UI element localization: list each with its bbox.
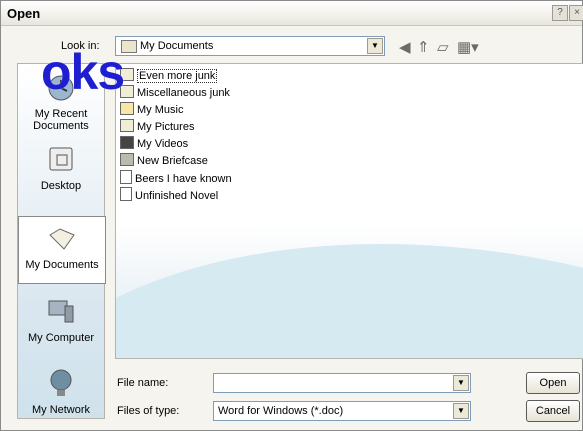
title-bar[interactable]: Open ? × bbox=[1, 1, 583, 26]
place-desktop[interactable]: Desktop bbox=[18, 144, 104, 192]
list-item[interactable]: Beers I have known bbox=[120, 170, 232, 186]
videos-folder-icon bbox=[120, 136, 134, 149]
place-label: My Documents bbox=[25, 259, 99, 271]
music-folder-icon bbox=[120, 102, 134, 115]
new-folder-icon[interactable]: ▱ bbox=[437, 38, 449, 56]
place-my-network[interactable]: My Network bbox=[18, 368, 104, 416]
my-documents-icon bbox=[49, 228, 75, 250]
places-bar: My Recent Documents Desktop My Documents… bbox=[17, 63, 106, 419]
place-label: Desktop bbox=[40, 180, 82, 192]
close-button[interactable]: × bbox=[569, 5, 583, 21]
place-label: My Computer bbox=[27, 332, 95, 344]
file-type-select[interactable]: Word for Windows (*.doc) ▼ bbox=[213, 401, 471, 421]
place-label: My Recent Documents bbox=[33, 108, 89, 132]
views-menu-icon[interactable]: ▦▾ bbox=[457, 38, 479, 56]
look-in-value: My Documents bbox=[140, 40, 214, 52]
cancel-button[interactable]: Cancel bbox=[526, 400, 580, 422]
place-my-computer[interactable]: My Computer bbox=[18, 296, 104, 344]
look-in-dropdown[interactable]: My Documents ▼ bbox=[115, 36, 385, 56]
watermark-text: oks bbox=[41, 44, 125, 100]
list-item[interactable]: Even more junk bbox=[120, 68, 218, 84]
word-document-icon bbox=[120, 170, 132, 184]
place-label: My Network bbox=[31, 404, 91, 416]
background-wave bbox=[116, 244, 583, 358]
open-button[interactable]: Open bbox=[526, 372, 580, 394]
desktop-icon bbox=[49, 147, 73, 171]
file-type-label: Files of type: bbox=[117, 405, 180, 417]
list-item[interactable]: New Briefcase bbox=[120, 153, 208, 169]
my-network-icon bbox=[50, 369, 72, 396]
place-my-documents[interactable]: My Documents bbox=[18, 216, 106, 284]
chevron-down-icon[interactable]: ▼ bbox=[453, 403, 469, 419]
list-item[interactable]: My Music bbox=[120, 102, 183, 118]
list-item[interactable]: My Pictures bbox=[120, 119, 194, 135]
list-item[interactable]: My Videos bbox=[120, 136, 188, 152]
list-item[interactable]: Unfinished Novel bbox=[120, 187, 218, 203]
file-name-field[interactable]: ▼ bbox=[213, 373, 471, 393]
list-item[interactable]: Miscellaneous junk bbox=[120, 85, 230, 101]
chevron-down-icon[interactable]: ▼ bbox=[367, 38, 383, 54]
chevron-down-icon[interactable]: ▼ bbox=[453, 375, 469, 391]
word-document-icon bbox=[120, 187, 132, 201]
briefcase-icon bbox=[120, 153, 134, 166]
up-folder-icon[interactable]: ⇑ bbox=[417, 38, 430, 56]
back-icon[interactable]: ◀ bbox=[399, 38, 411, 56]
open-dialog: Open ? × Look in: My Documents ▼ ◀ ⇑ ▱ ▦… bbox=[0, 0, 583, 431]
help-button[interactable]: ? bbox=[552, 5, 568, 21]
file-name-label: File name: bbox=[117, 377, 169, 389]
my-computer-icon bbox=[48, 300, 74, 323]
dialog-title: Open bbox=[7, 6, 41, 21]
file-list[interactable]: Even more junk Miscellaneous junk My Mus… bbox=[115, 63, 583, 359]
pictures-folder-icon bbox=[120, 119, 134, 132]
